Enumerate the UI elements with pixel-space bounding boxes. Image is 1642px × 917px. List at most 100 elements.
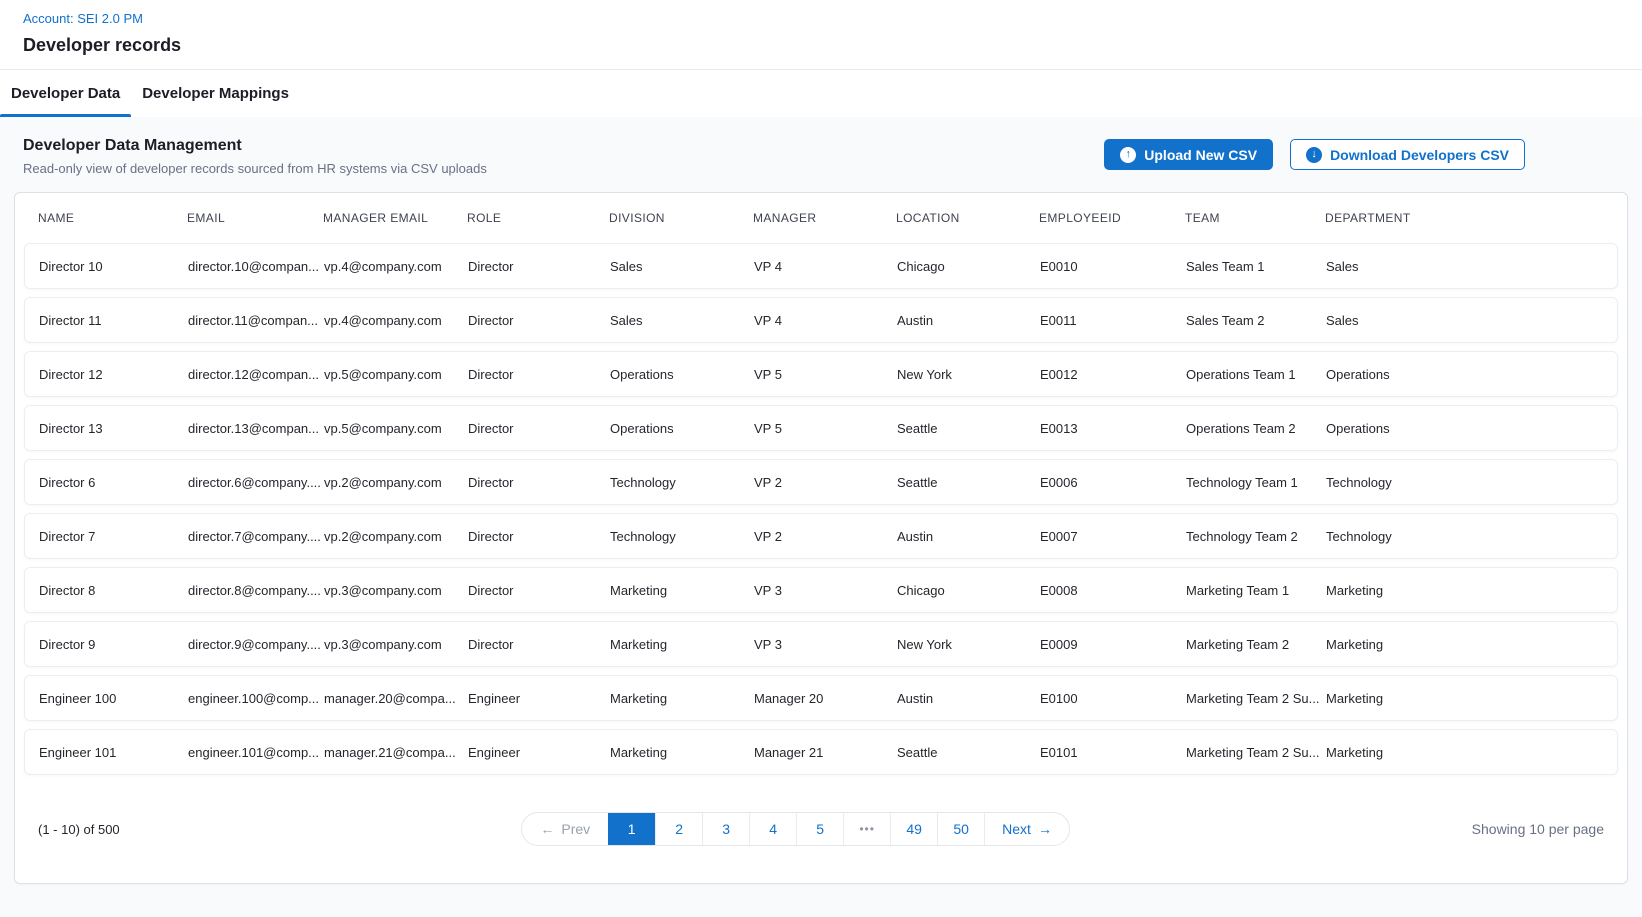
cell-role: Director [468,421,610,436]
cell-team: Marketing Team 2 Su... [1186,745,1326,760]
cell-name: Engineer 101 [39,745,188,760]
cell-location: Seattle [897,745,1040,760]
page-button[interactable]: 49 [890,813,937,845]
table-row: Director 10 director.10@compan... vp.4@c… [24,243,1618,289]
cell-role: Director [468,367,610,382]
cell-manager-email: manager.20@compa... [324,691,468,706]
breadcrumb-account-link[interactable]: Account: SEI 2.0 PM [23,11,143,26]
cell-name: Director 11 [39,313,188,328]
column-header-employeeid: EMPLOYEEID [1039,211,1185,225]
cell-manager-email: vp.4@company.com [324,259,468,274]
prev-page-button[interactable]: ← Prev [522,813,608,845]
download-developers-csv-button[interactable]: ↓ Download Developers CSV [1290,139,1525,170]
cell-location: Austin [897,313,1040,328]
header-actions: ↑ Upload New CSV ↓ Download Developers C… [1104,139,1525,170]
cell-manager-email: vp.5@company.com [324,367,468,382]
cell-team: Operations Team 1 [1186,367,1326,382]
cell-employeeid: E0010 [1040,259,1186,274]
cell-division: Marketing [610,745,754,760]
cell-role: Director [468,259,610,274]
cell-team: Technology Team 2 [1186,529,1326,544]
page-title: Developer records [23,35,1642,56]
cell-team: Marketing Team 1 [1186,583,1326,598]
arrow-right-icon: → [1038,822,1052,836]
cell-team: Marketing Team 2 [1186,637,1326,652]
page-button[interactable]: 4 [749,813,796,845]
cell-email: director.8@company.... [188,583,324,598]
cell-manager: VP 5 [754,367,897,382]
cell-manager: Manager 20 [754,691,897,706]
upload-new-csv-button[interactable]: ↑ Upload New CSV [1104,139,1273,170]
page-button[interactable]: 1 [608,813,655,845]
section-title: Developer Data Management [23,137,487,155]
table-footer: (1 - 10) of 500 ← Prev 12345•••4950 Next… [15,775,1627,883]
table-row: Director 7 director.7@company.... vp.2@c… [24,513,1618,559]
cell-manager: VP 5 [754,421,897,436]
cell-department: Marketing [1326,637,1617,652]
page-header: Account: SEI 2.0 PM Developer records [0,0,1642,70]
section-header-text: Developer Data Management Read-only view… [23,137,487,176]
cell-name: Director 6 [39,475,188,490]
column-header-manager-email: MANAGER EMAIL [323,211,467,225]
developer-records-page: Account: SEI 2.0 PM Developer records De… [0,0,1642,917]
cell-name: Director 10 [39,259,188,274]
cell-division: Marketing [610,691,754,706]
table-body: Director 10 director.10@compan... vp.4@c… [15,243,1627,775]
page-ellipsis: ••• [843,813,890,845]
cell-email: director.7@company.... [188,529,324,544]
cell-employeeid: E0100 [1040,691,1186,706]
cell-manager-email: vp.5@company.com [324,421,468,436]
cell-employeeid: E0101 [1040,745,1186,760]
page-button[interactable]: 50 [937,813,984,845]
cell-manager: VP 4 [754,259,897,274]
tab-developer-mappings[interactable]: Developer Mappings [131,70,300,117]
cell-email: director.11@compan... [188,313,324,328]
cell-employeeid: E0013 [1040,421,1186,436]
tab-developer-data[interactable]: Developer Data [0,70,131,117]
cell-name: Engineer 100 [39,691,188,706]
table-row: Director 9 director.9@company.... vp.3@c… [24,621,1618,667]
cell-location: Austin [897,529,1040,544]
table-row: Engineer 100 engineer.100@comp... manage… [24,675,1618,721]
cell-role: Director [468,313,610,328]
page-button[interactable]: 2 [655,813,702,845]
table-row: Engineer 101 engineer.101@comp... manage… [24,729,1618,775]
cell-department: Marketing [1326,745,1617,760]
section-subtitle: Read-only view of developer records sour… [23,161,487,176]
column-header-division: DIVISION [609,211,753,225]
cell-division: Sales [610,259,754,274]
cell-email: director.13@compan... [188,421,324,436]
cell-role: Engineer [468,691,610,706]
cell-name: Director 13 [39,421,188,436]
cell-manager: VP 4 [754,313,897,328]
cell-division: Sales [610,313,754,328]
cell-role: Director [468,529,610,544]
page-button[interactable]: 5 [796,813,843,845]
cell-manager: VP 3 [754,637,897,652]
cell-manager: VP 2 [754,529,897,544]
page-number-group: 12345•••4950 [608,813,984,845]
cell-division: Operations [610,367,754,382]
cell-division: Marketing [610,583,754,598]
next-page-button[interactable]: Next → [984,813,1069,845]
per-page-text: Showing 10 per page [1472,821,1604,837]
cell-email: engineer.100@comp... [188,691,324,706]
cell-manager: VP 2 [754,475,897,490]
tab-bar: Developer Data Developer Mappings [0,70,1642,117]
cell-employeeid: E0006 [1040,475,1186,490]
download-button-label: Download Developers CSV [1330,147,1509,163]
cell-email: director.6@company.... [188,475,324,490]
cell-department: Sales [1326,313,1617,328]
cell-role: Director [468,637,610,652]
page-button[interactable]: 3 [702,813,749,845]
cell-department: Marketing [1326,583,1617,598]
cell-manager-email: vp.3@company.com [324,583,468,598]
download-arrow-icon: ↓ [1306,147,1322,163]
cell-manager-email: manager.21@compa... [324,745,468,760]
cell-location: New York [897,637,1040,652]
cell-team: Technology Team 1 [1186,475,1326,490]
cell-email: director.9@company.... [188,637,324,652]
cell-location: Seattle [897,421,1040,436]
cell-team: Sales Team 2 [1186,313,1326,328]
cell-manager-email: vp.2@company.com [324,529,468,544]
